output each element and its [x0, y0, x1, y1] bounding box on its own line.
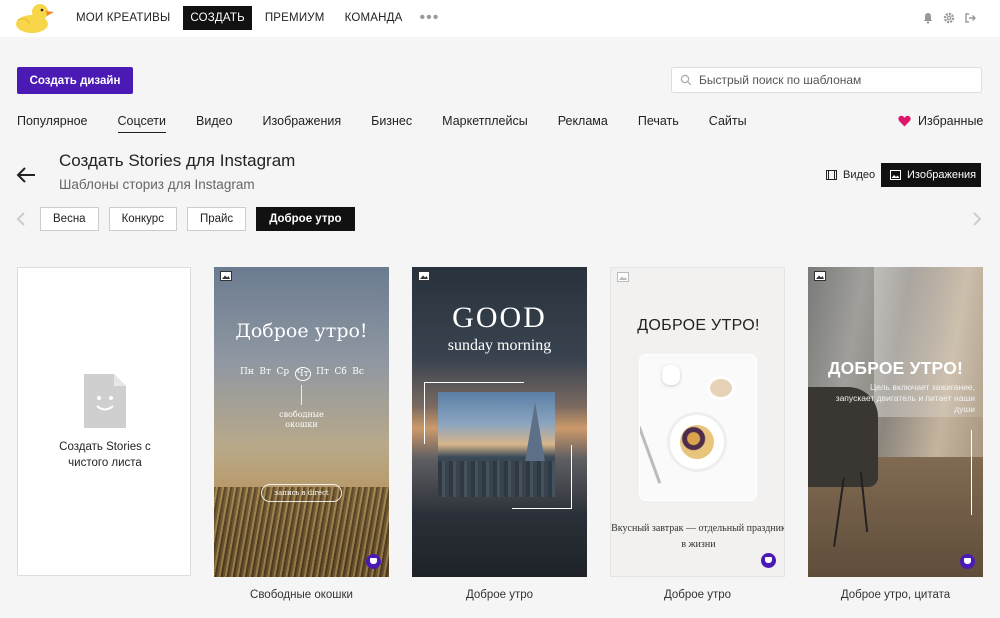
template-title: GOOD	[452, 301, 547, 334]
spoon	[640, 426, 662, 484]
filter-chips: Весна Конкурс Прайс Доброе утро	[40, 207, 365, 231]
template-card[interactable]: Доброе утро! Пн Вт Ср Чт Пт Сб Вс свобод…	[214, 267, 389, 577]
template-card[interactable]: ДОБРОЕ УТРО! Цель включает зажигание, за…	[808, 267, 983, 577]
weekdays-row: Пн Вт Ср Чт Пт Сб Вс	[240, 367, 364, 381]
nav-my-creatives[interactable]: МОИ КРЕАТИВЫ	[69, 6, 177, 30]
page-title: Создать Stories для Instagram	[59, 151, 296, 170]
filter-spring[interactable]: Весна	[40, 207, 99, 231]
template-subtitle: sunday morning	[447, 337, 552, 354]
template-subtitle: Цель включает зажигание, запускает двига…	[835, 382, 975, 414]
template-cta: запись в direct	[261, 484, 342, 502]
more-menu-icon[interactable]: •••	[416, 7, 444, 29]
film-icon	[826, 170, 837, 180]
tab-social[interactable]: Соцсети	[117, 114, 167, 133]
image-badge-icon	[220, 271, 232, 281]
nav-create[interactable]: СОЗДАТЬ	[183, 6, 252, 30]
blank-story-card[interactable]: Создать Stories с чистого листа	[17, 267, 191, 576]
blank-story-label: Создать Stories с чистого листа	[59, 441, 151, 469]
tab-popular[interactable]: Популярное	[17, 114, 88, 133]
format-images-label: Изображения	[907, 169, 977, 181]
main-nav: МОИ КРЕАТИВЫ СОЗДАТЬ ПРЕМИУМ КОМАНДА •••	[69, 6, 443, 30]
template-caption[interactable]: Доброе утро, цитата	[808, 589, 983, 601]
weekday: Сб	[334, 367, 347, 377]
filter-contest[interactable]: Конкурс	[108, 207, 177, 231]
favorites-link[interactable]: Избранные	[898, 114, 983, 128]
template-title: ДОБРОЕ УТРО!	[637, 317, 760, 334]
template-caption[interactable]: Доброе утро	[412, 589, 587, 601]
tab-marketplaces[interactable]: Маркетплейсы	[442, 114, 528, 133]
heart-icon	[898, 115, 911, 127]
weekday-selected: Чт	[294, 367, 311, 381]
tab-video[interactable]: Видео	[196, 114, 233, 133]
page-subtitle: Шаблоны сториз для Instagram	[59, 177, 255, 192]
weekday: Вт	[259, 367, 271, 377]
premium-crown-icon	[761, 553, 776, 568]
city-photo	[438, 392, 555, 497]
search-icon	[680, 74, 692, 86]
gear-icon[interactable]	[943, 12, 955, 24]
nav-team[interactable]: КОМАНДА	[338, 6, 410, 30]
top-actions	[922, 12, 976, 24]
template-title: ДОБРОЕ УТРО!	[827, 358, 964, 378]
tab-images[interactable]: Изображения	[263, 114, 342, 133]
blank-document-icon	[84, 374, 126, 428]
image-badge-icon	[617, 272, 629, 282]
tab-print[interactable]: Печать	[638, 114, 679, 133]
image-badge-icon	[418, 271, 430, 281]
filter-good-morning[interactable]: Доброе утро	[256, 207, 355, 231]
premium-crown-icon	[960, 554, 975, 569]
format-images-toggle[interactable]: Изображения	[881, 163, 981, 187]
chevron-left-icon[interactable]	[16, 212, 26, 226]
logout-icon[interactable]	[964, 12, 976, 24]
tab-sites[interactable]: Сайты	[709, 114, 747, 133]
template-card[interactable]: GOOD sunday morning	[412, 267, 587, 577]
category-tabs: Популярное Соцсети Видео Изображения Биз…	[17, 114, 777, 133]
bell-icon[interactable]	[922, 12, 934, 24]
breakfast-photo	[639, 354, 757, 501]
template-caption[interactable]: Доброе утро	[610, 589, 785, 601]
search-box[interactable]	[671, 67, 982, 93]
food	[680, 425, 714, 459]
chevron-right-icon[interactable]	[972, 212, 982, 226]
template-subtitle: Вкусный завтрак — отдельный праздник в ж…	[611, 523, 785, 550]
weekday: Ср	[276, 367, 290, 377]
weekday: Пн	[240, 367, 254, 377]
format-video-label: Видео	[843, 169, 876, 181]
duck-logo-icon[interactable]	[14, 2, 54, 34]
weekday: Пт	[316, 367, 329, 377]
template-subtitle: свободные окошки	[279, 410, 324, 429]
weekday: Вс	[352, 367, 364, 377]
favorites-label: Избранные	[918, 114, 984, 128]
search-input[interactable]	[699, 73, 969, 87]
divider-line	[301, 385, 302, 405]
format-video-toggle[interactable]: Видео	[826, 163, 875, 187]
create-design-button[interactable]: Создать дизайн	[17, 67, 133, 94]
premium-crown-icon	[366, 554, 381, 569]
filter-price[interactable]: Прайс	[186, 207, 247, 231]
image-icon	[890, 170, 901, 180]
image-badge-icon	[814, 271, 826, 281]
tab-business[interactable]: Бизнес	[371, 114, 412, 133]
nav-premium[interactable]: ПРЕМИУМ	[258, 6, 332, 30]
milk-jug	[662, 365, 680, 385]
coffee-cup	[710, 379, 732, 397]
skyscraper-shape	[525, 402, 545, 462]
top-bar: МОИ КРЕАТИВЫ СОЗДАТЬ ПРЕМИУМ КОМАНДА •••	[0, 0, 1000, 37]
back-arrow-icon[interactable]	[15, 164, 37, 186]
template-title: Доброе утро!	[235, 320, 368, 342]
template-caption[interactable]: Свободные окошки	[214, 589, 389, 601]
tab-ads[interactable]: Реклама	[558, 114, 608, 133]
city-skyline	[438, 461, 555, 497]
divider-line	[971, 430, 972, 515]
template-card[interactable]: ДОБРОЕ УТРО! Вкусный завтрак — отдельный…	[610, 267, 785, 577]
